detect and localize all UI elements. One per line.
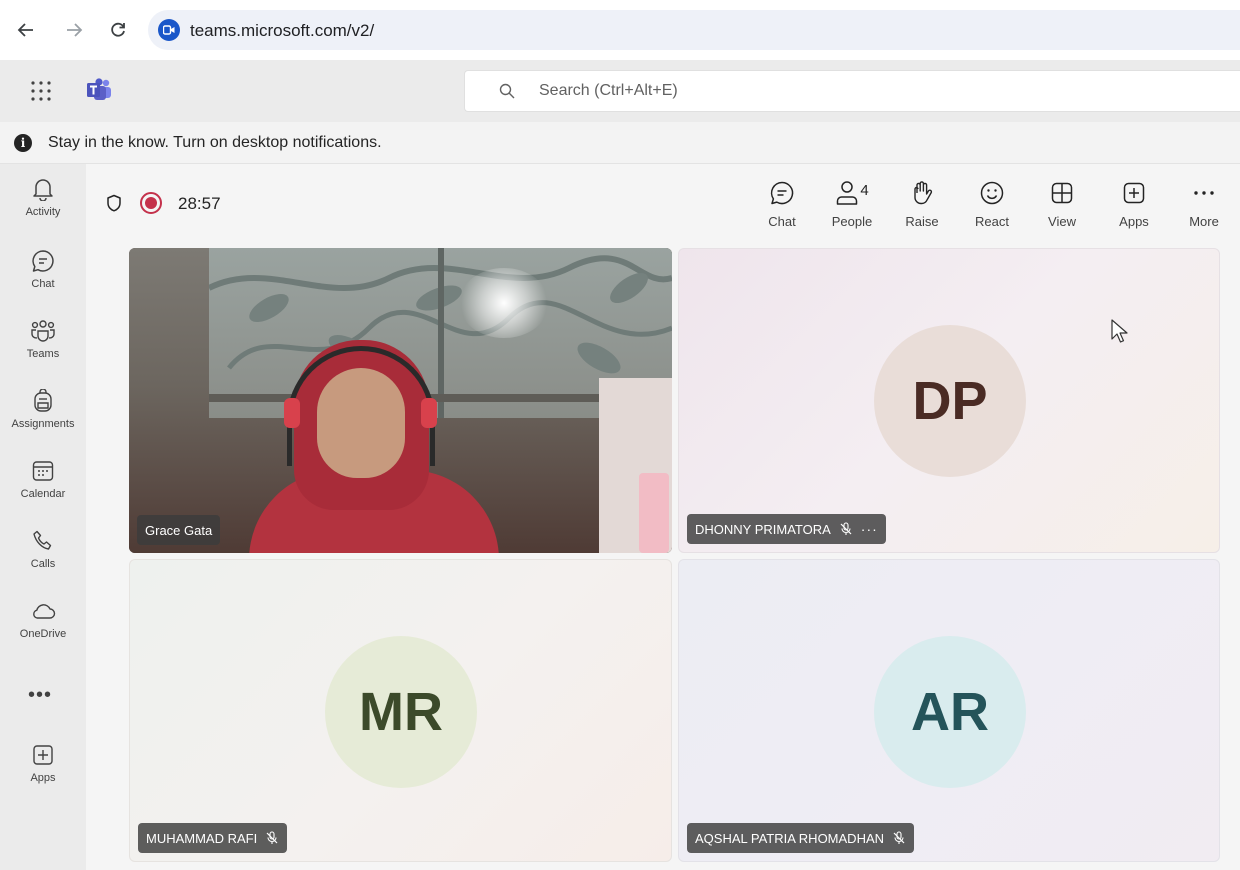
- smiley-icon: [979, 178, 1005, 208]
- address-bar[interactable]: teams.microsoft.com/v2/: [148, 10, 1240, 50]
- participant-tile-video[interactable]: Grace Gata: [129, 248, 672, 553]
- reload-button[interactable]: [106, 18, 130, 42]
- backpack-icon: [30, 388, 56, 414]
- url-text: teams.microsoft.com/v2/: [190, 21, 375, 40]
- browser-bar: teams.microsoft.com/v2/: [0, 0, 1240, 60]
- teams-logo-icon: [86, 78, 112, 102]
- video-earcup-left: [284, 398, 300, 428]
- meeting-toolbar: 28:57 Chat 4 People Raise React View App…: [86, 164, 1240, 242]
- left-rail: Activity Chat Teams Assignments Calendar…: [0, 164, 86, 870]
- more-label: More: [1189, 214, 1219, 229]
- add-apps-icon: [1122, 178, 1146, 208]
- teams-header: Search (Ctrl+Alt+E): [0, 60, 1240, 122]
- search-placeholder: Search (Ctrl+Alt+E): [539, 82, 678, 99]
- participant-tile[interactable]: AR AQSHAL PATRIA RHOMADHAN: [678, 559, 1220, 862]
- apps-label: Apps: [1119, 214, 1149, 229]
- video-earcup-right: [421, 398, 437, 428]
- rail-item-calls[interactable]: Calls: [0, 528, 86, 592]
- people-icon: 4: [835, 178, 869, 208]
- rail-item-label: Calendar: [20, 488, 66, 500]
- notification-text: Stay in the know. Turn on desktop notifi…: [48, 134, 382, 151]
- arrow-right-icon: [67, 23, 83, 37]
- rail-item-chat[interactable]: Chat: [0, 248, 86, 312]
- chat-label: Chat: [768, 214, 796, 229]
- participant-name-tag: Grace Gata: [137, 515, 221, 545]
- rail-item-calendar[interactable]: Calendar: [0, 458, 86, 522]
- mouse-cursor-icon: [1111, 319, 1128, 343]
- mic-off-icon: [840, 522, 852, 535]
- rail-item-label: Assignments: [11, 418, 75, 430]
- bell-icon: [30, 176, 56, 202]
- participant-name-tag: DHONNY PRIMATORA ···: [687, 514, 886, 544]
- participant-name-tag: MUHAMMAD RAFI: [138, 823, 288, 853]
- forward-button[interactable]: [62, 18, 86, 42]
- calendar-icon: [30, 458, 56, 484]
- rail-item-assignments[interactable]: Assignments: [0, 388, 86, 452]
- mic-off-icon: [893, 831, 905, 844]
- chat-icon: [769, 178, 795, 208]
- apps-button[interactable]: Apps: [1102, 178, 1166, 234]
- grid-view-icon: [1050, 178, 1074, 208]
- participant-tile[interactable]: MR MUHAMMAD RAFI: [129, 559, 672, 862]
- participant-name: AQSHAL PATRIA RHOMADHAN: [695, 830, 885, 846]
- cloud-icon: [30, 598, 56, 624]
- recording-icon: [140, 192, 162, 214]
- participant-name: DHONNY PRIMATORA: [695, 521, 831, 537]
- rail-item-activity[interactable]: Activity: [0, 176, 86, 240]
- chat-button[interactable]: Chat: [750, 178, 814, 234]
- rail-item-label: Calls: [30, 558, 56, 570]
- view-button[interactable]: View: [1030, 178, 1094, 234]
- rail-item-apps[interactable]: Apps: [0, 742, 86, 806]
- notification-banner: i Stay in the know. Turn on desktop noti…: [0, 122, 1240, 164]
- avatar: MR: [325, 636, 477, 788]
- view-label: View: [1048, 214, 1076, 229]
- rail-item-label: Activity: [25, 206, 61, 218]
- video-pink-object: [639, 473, 669, 553]
- react-button[interactable]: React: [960, 178, 1024, 234]
- meeting-timer: 28:57: [178, 194, 221, 213]
- info-icon: i: [14, 134, 32, 152]
- participant-name: MUHAMMAD RAFI: [146, 830, 258, 846]
- site-video-icon: [158, 19, 180, 41]
- meeting-stage: Grace Gata DP DHONNY PRIMATORA ··· MR MU…: [86, 242, 1240, 870]
- participant-more-icon[interactable]: ···: [861, 521, 878, 537]
- add-apps-icon: [30, 742, 56, 768]
- react-label: React: [975, 214, 1009, 229]
- shield-icon: [107, 194, 121, 212]
- rail-item-onedrive[interactable]: OneDrive: [0, 598, 86, 662]
- participant-name: Grace Gata: [145, 522, 213, 538]
- rail-item-label: Apps: [30, 772, 56, 784]
- raise-label: Raise: [905, 214, 939, 229]
- rail-item-label: OneDrive: [19, 628, 67, 640]
- people-count: 4: [860, 181, 869, 199]
- participant-tile[interactable]: DP DHONNY PRIMATORA ···: [678, 248, 1220, 553]
- people-label: People: [831, 214, 873, 229]
- phone-icon: [30, 528, 56, 554]
- reload-icon: [111, 22, 125, 37]
- more-apps-button[interactable]: •••: [28, 684, 52, 707]
- raise-hand-button[interactable]: Raise: [890, 178, 954, 234]
- video-light: [459, 268, 549, 338]
- mic-off-icon: [266, 831, 278, 844]
- rail-item-label: Teams: [26, 348, 60, 360]
- back-button[interactable]: [14, 18, 38, 42]
- teams-icon: [30, 318, 56, 344]
- search-icon: [499, 83, 515, 99]
- more-icon: [1193, 178, 1215, 208]
- hand-icon: [910, 178, 934, 208]
- people-button[interactable]: 4 People: [820, 178, 884, 234]
- avatar: AR: [874, 636, 1026, 788]
- chat-icon: [30, 248, 56, 274]
- more-button[interactable]: More: [1172, 178, 1236, 234]
- app-launcher-icon[interactable]: [30, 80, 52, 102]
- rail-item-label: Chat: [31, 278, 55, 290]
- search-input[interactable]: Search (Ctrl+Alt+E): [464, 70, 1240, 112]
- arrow-left-icon: [17, 23, 33, 37]
- rail-item-teams[interactable]: Teams: [0, 318, 86, 382]
- avatar: DP: [874, 325, 1026, 477]
- participant-name-tag: AQSHAL PATRIA RHOMADHAN: [687, 823, 915, 853]
